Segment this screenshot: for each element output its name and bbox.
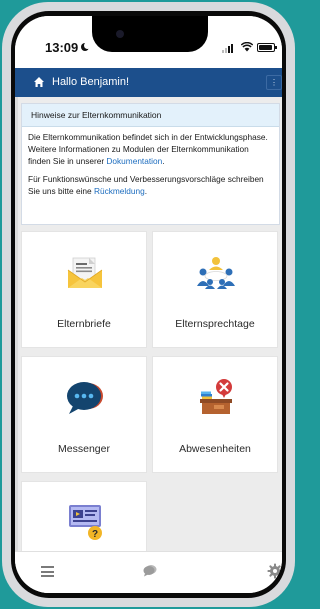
tile-label-elternsprechtage: Elternsprechtage xyxy=(175,318,255,330)
time-text: 13:09 xyxy=(45,40,79,55)
moon-icon xyxy=(81,42,92,51)
battery-icon xyxy=(257,43,277,52)
home-icon[interactable] xyxy=(33,76,45,88)
tile-label-messenger: Messenger xyxy=(58,443,110,455)
app-screen: 13:09 Hallo Benjamin! ⋮ Hinweise zur Elt… xyxy=(15,16,282,593)
absent-desk-icon xyxy=(200,379,232,414)
greeting-title: Hallo Benjamin! xyxy=(52,76,130,88)
bottom-tab-bar xyxy=(15,551,282,593)
notice-card: Hinweise zur Elternkommunikation Die Elt… xyxy=(21,103,280,225)
drawer-edge xyxy=(15,97,18,593)
feedback-link[interactable]: Rückmeldung xyxy=(94,186,145,196)
letter-envelope-icon xyxy=(67,257,103,288)
video-help-icon: ? xyxy=(69,505,102,540)
tile-messenger[interactable]: Messenger xyxy=(21,356,147,473)
tile-elternbriefe[interactable]: Elternbriefe xyxy=(21,231,147,348)
tile-label-elternbriefe: Elternbriefe xyxy=(57,318,111,330)
meeting-table-icon xyxy=(197,257,235,289)
status-bar: 13:09 xyxy=(15,16,282,68)
chat-icon[interactable] xyxy=(143,564,157,577)
camera-icon xyxy=(116,30,124,38)
chat-bubbles-icon xyxy=(67,382,103,414)
menu-icon[interactable] xyxy=(41,566,54,577)
signal-icon xyxy=(222,43,238,53)
top-navbar: Hallo Benjamin! ⋮ xyxy=(15,68,282,97)
tile-abwesenheiten[interactable]: Abwesenheiten xyxy=(152,356,278,473)
notch xyxy=(92,16,208,52)
notice-paragraph-2: Für Funktionswünsche und Verbesserungsvo… xyxy=(28,174,273,198)
gear-icon[interactable] xyxy=(267,563,282,579)
wifi-icon xyxy=(241,42,253,52)
phone-bezel: 13:09 Hallo Benjamin! ⋮ Hinweise zur Elt… xyxy=(11,11,286,598)
notice-header: Hinweise zur Elternkommunikation xyxy=(22,104,279,127)
notice-period-2: . xyxy=(144,186,148,197)
notice-period-1: . xyxy=(162,155,165,166)
status-time: 13:09 xyxy=(45,40,92,55)
notice-body: Die Elternkommunikation befindet sich in… xyxy=(22,127,279,198)
tile-label-abwesenheiten: Abwesenheiten xyxy=(179,443,251,455)
svg-text:?: ? xyxy=(92,529,98,540)
phone-frame: 13:09 Hallo Benjamin! ⋮ Hinweise zur Elt… xyxy=(2,2,295,607)
tile-elternsprechtage[interactable]: Elternsprechtage xyxy=(152,231,278,348)
documentation-link[interactable]: Dokumentation xyxy=(106,156,162,166)
notice-paragraph-1: Die Elternkommunikation befindet sich in… xyxy=(28,132,273,167)
more-menu-button[interactable]: ⋮ xyxy=(266,75,282,90)
